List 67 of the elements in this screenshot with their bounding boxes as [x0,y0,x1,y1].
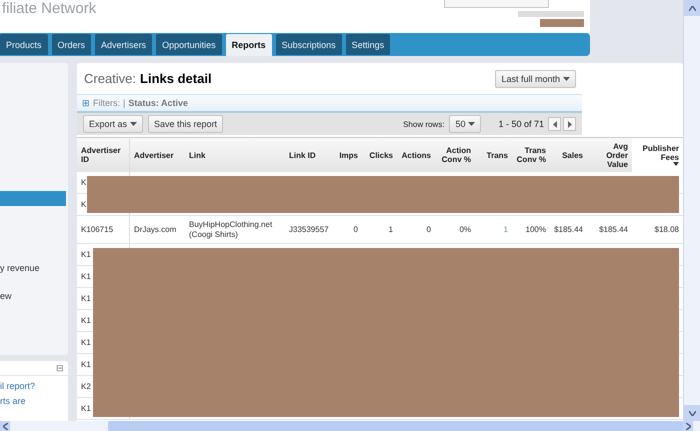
table-cell: 0 [332,216,362,244]
logo-text: filiate Network [1,0,96,17]
sort-icon [673,162,679,166]
search-field[interactable] [444,0,549,8]
column-header[interactable]: Advertiser [130,138,185,172]
scroll-left-icon[interactable] [0,421,10,431]
scroll-thumb[interactable] [108,421,683,431]
report-name: Links detail [140,71,212,86]
redaction-block [540,19,584,27]
column-header[interactable]: Link [185,138,285,172]
period-dropdown[interactable]: Last full month [495,70,576,88]
column-header[interactable]: Link ID [285,138,332,172]
previous-page-button[interactable] [548,117,561,131]
column-header[interactable]: Sales [550,138,587,172]
caret-icon [130,122,138,126]
table-cell: 100% [512,216,550,244]
vertical-scrollbar[interactable] [683,0,700,421]
table-cell: BuyHipHopClothing.net (Coogi Shirts) [185,216,285,244]
filters-label: Filters: [93,98,120,108]
horizontal-scrollbar[interactable] [0,421,700,431]
nav-tab[interactable]: Settings [346,34,390,55]
collapse-icon[interactable]: ⊟ [56,364,64,372]
save-report-button[interactable]: Save this report [148,115,224,133]
nav-tab[interactable]: Products [0,34,48,55]
rows-dropdown[interactable]: 50 [449,115,482,133]
column-header[interactable]: Avg Order Value [587,138,632,172]
sidebar-item[interactable]: y revenue [0,261,66,276]
column-header[interactable]: Action Conv % [435,138,475,172]
scroll-up-icon[interactable] [684,0,700,16]
filter-status: Status: Active [128,98,188,108]
separator: | [123,98,126,108]
next-page-button[interactable] [563,117,576,131]
column-header[interactable]: Trans Conv % [512,138,550,172]
scroll-right-icon[interactable] [683,421,693,431]
column-header[interactable]: Imps [332,138,362,172]
table-cell: 0 [397,216,435,244]
table-cell: 0% [435,216,475,244]
show-rows-label: Show rows: [403,120,444,128]
caret-icon [563,76,570,80]
nav-tab[interactable]: Subscriptions [276,34,342,55]
nav-tab[interactable]: Orders [52,34,92,55]
table-cell: DrJays.com [130,216,185,244]
left-triangle-icon [552,120,558,128]
help-link[interactable]: il report? [0,381,68,391]
column-header[interactable]: Advertiser ID [77,138,130,172]
table-cell: $185.44 [550,216,587,244]
sidebar-item[interactable]: ew [0,289,66,304]
table-cell: J33539557 [285,216,332,244]
nav-tab[interactable]: Reports [226,34,272,56]
page-range: 1 - 50 of 71 [498,119,544,129]
column-header[interactable]: Clicks [362,138,397,172]
nav-tab[interactable]: Opportunities [156,34,222,55]
expand-icon[interactable]: ⊞ [82,98,90,108]
column-header[interactable]: Trans [475,138,512,172]
title-prefix: Creative: [84,71,136,86]
scroll-down-icon[interactable] [684,405,700,421]
caret-icon [468,122,476,126]
help-text: rts are [0,396,27,406]
export-dropdown[interactable]: Export as [83,115,144,133]
table-cell: 1 [362,216,397,244]
blurred-text [518,11,584,17]
column-header[interactable]: Actions [397,138,435,172]
table-cell: K106715 [77,216,130,244]
column-header[interactable]: Publisher Fees [632,138,683,172]
right-triangle-icon [566,120,572,128]
nav-tab[interactable]: Advertisers [95,34,152,55]
table-cell: $185.44 [587,216,632,244]
